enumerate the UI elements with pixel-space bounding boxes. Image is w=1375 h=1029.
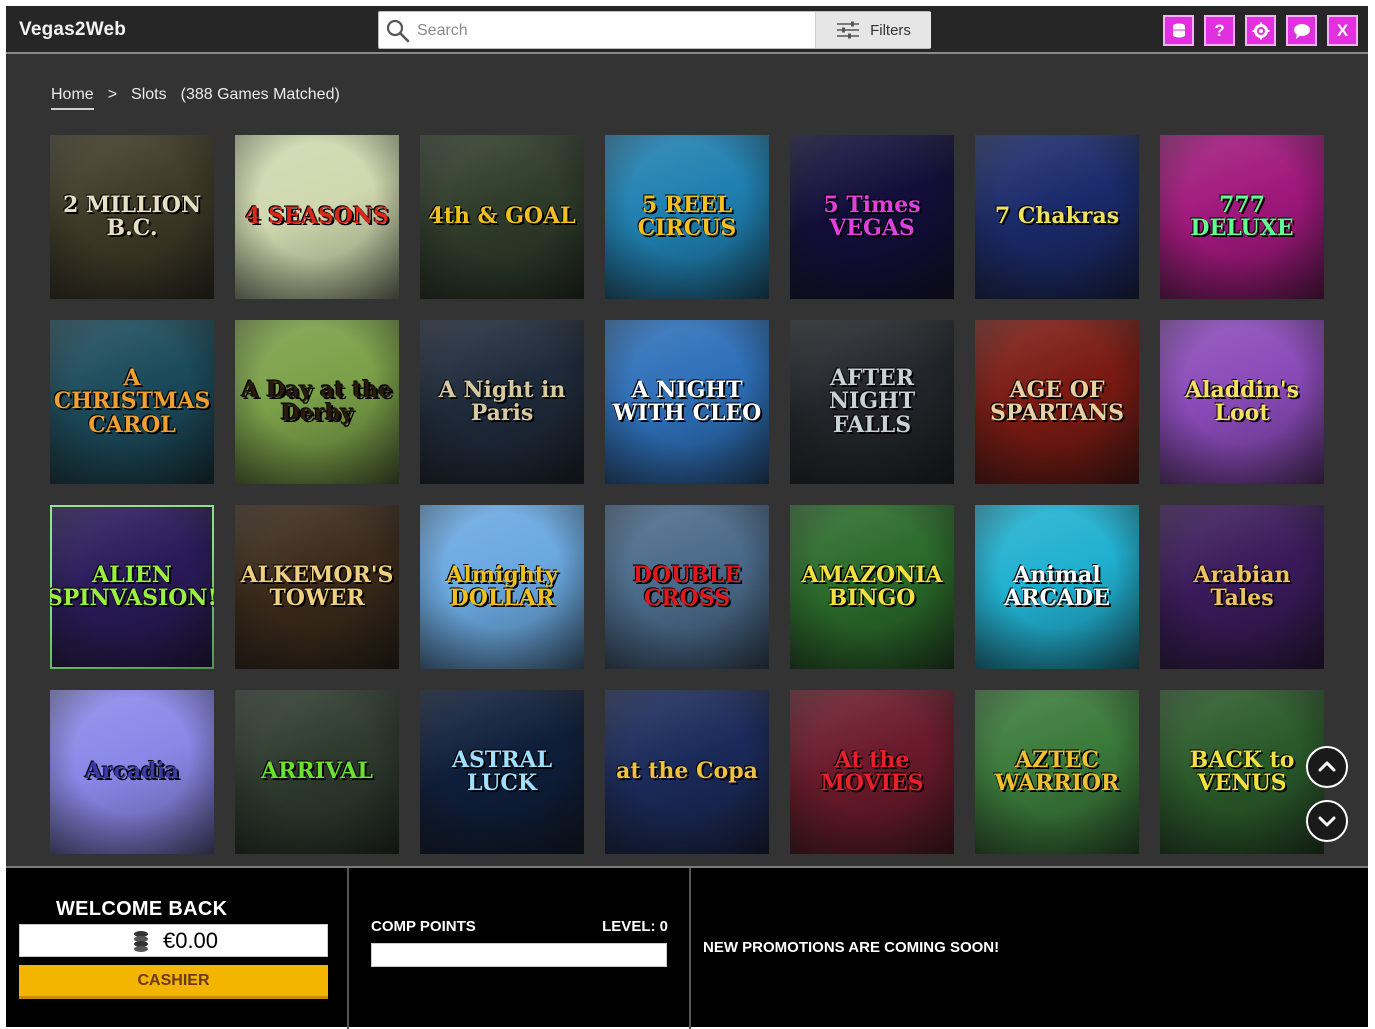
- game-title: 5 Times VEGAS: [823, 191, 921, 241]
- chevron-down-icon: [1318, 816, 1336, 827]
- search-box: Filters: [378, 11, 931, 49]
- game-title: ASTRAL LUCK: [451, 746, 553, 796]
- game-tile[interactable]: Arabian Tales: [1160, 505, 1324, 669]
- game-tile[interactable]: 5 Times VEGAS: [790, 135, 954, 299]
- comp-points-panel: COMP POINTS LEVEL: 0: [347, 868, 688, 1029]
- breadcrumb-separator: >: [107, 86, 118, 103]
- scroll-down-button[interactable]: [1306, 800, 1348, 842]
- comp-points-label: COMP POINTS: [371, 918, 476, 935]
- game-title: A Night in Paris: [438, 376, 566, 426]
- game-title: Arcadia: [84, 758, 180, 785]
- game-title: 777 DELUXE: [1190, 191, 1294, 241]
- game-title: 7 Chakras: [994, 203, 1120, 230]
- game-tile[interactable]: AGE OF SPARTANS: [975, 320, 1139, 484]
- game-title: ALKEMOR'S TOWER: [240, 561, 394, 611]
- game-title: ALIEN SPINVASION!: [50, 561, 214, 611]
- game-tile[interactable]: A Night in Paris: [420, 320, 584, 484]
- game-title: AGE OF SPARTANS: [989, 376, 1125, 426]
- game-title: Arabian Tales: [1193, 561, 1291, 611]
- chat-icon: [1293, 23, 1310, 39]
- top-bar: Vegas2Web Filters: [6, 6, 1368, 54]
- welcome-text: WELCOME BACK: [56, 898, 228, 920]
- game-title: At the MOVIES: [820, 746, 924, 796]
- search-input[interactable]: [417, 17, 807, 44]
- game-tile[interactable]: Aladdin's Loot: [1160, 320, 1324, 484]
- game-tile[interactable]: AZTEC WARRIOR: [975, 690, 1139, 854]
- bottom-bar: WELCOME BACK €0.00 CASHIER COMP POINTS L…: [6, 866, 1368, 1029]
- game-title: at the Copa: [616, 758, 758, 785]
- cashier-icon: [1172, 23, 1185, 37]
- breadcrumb-current: Slots: [131, 86, 167, 103]
- game-tile[interactable]: 4th & GOAL: [420, 135, 584, 299]
- chevron-up-icon: [1318, 761, 1336, 772]
- game-tile[interactable]: 2 MILLION B.C.: [50, 135, 214, 299]
- game-tile[interactable]: At the MOVIES: [790, 690, 954, 854]
- game-title: A NIGHT WITH CLEO: [612, 376, 762, 426]
- promotions-panel: NEW PROMOTIONS ARE COMING SOON!: [689, 868, 1368, 1029]
- game-tile[interactable]: ASTRAL LUCK: [420, 690, 584, 854]
- coins-icon: [133, 930, 148, 952]
- balance-amount: €0.00: [162, 927, 219, 953]
- help-button[interactable]: ?: [1204, 15, 1235, 46]
- game-grid: 2 MILLION B.C. 4 SEASONS 4th & GOAL 5 REEL …: [50, 135, 1324, 854]
- settings-icon: [1252, 22, 1269, 39]
- account-panel: WELCOME BACK €0.00 CASHIER: [6, 868, 346, 1029]
- game-tile[interactable]: AFTER NIGHT FALLS: [790, 320, 954, 484]
- game-tile[interactable]: ARRIVAL: [235, 690, 399, 854]
- filters-label: Filters: [870, 21, 911, 39]
- breadcrumb-home[interactable]: Home: [51, 86, 94, 110]
- game-tile[interactable]: ALKEMOR'S TOWER: [235, 505, 399, 669]
- game-tile[interactable]: 5 REEL CIRCUS: [605, 135, 769, 299]
- games-matched-count: (388 Games Matched): [180, 86, 340, 103]
- game-tile[interactable]: 4 SEASONS: [235, 135, 399, 299]
- game-tile[interactable]: Arcadia: [50, 690, 214, 854]
- game-tile[interactable]: A NIGHT WITH CLEO: [605, 320, 769, 484]
- search-icon[interactable]: [385, 18, 411, 44]
- game-tile[interactable]: Animal ARCADE: [975, 505, 1139, 669]
- breadcrumb: Home > Slots (388 Games Matched): [51, 86, 340, 110]
- game-title: Aladdin's Loot: [1185, 376, 1299, 426]
- header-buttons: ? X: [1163, 15, 1358, 46]
- game-title: DOUBLE CROSS: [632, 561, 742, 611]
- cashier-header-button[interactable]: [1163, 15, 1194, 46]
- game-tile[interactable]: AMAZONIA BINGO: [790, 505, 954, 669]
- game-title: 4th & GOAL: [428, 203, 576, 230]
- promotions-text: NEW PROMOTIONS ARE COMING SOON!: [703, 939, 1000, 956]
- scroll-up-button[interactable]: [1306, 746, 1348, 788]
- game-tile[interactable]: ALIEN SPINVASION!: [50, 505, 214, 669]
- game-tile[interactable]: A Day at the Derby: [235, 320, 399, 484]
- game-tile[interactable]: Almighty DOLLAR: [420, 505, 584, 669]
- game-title: Almighty DOLLAR: [446, 561, 558, 611]
- app-title: Vegas2Web: [19, 19, 127, 40]
- game-title: A CHRISTMAS CAROL: [53, 365, 211, 438]
- close-icon: X: [1336, 20, 1349, 40]
- game-tile[interactable]: 777 DELUXE: [1160, 135, 1324, 299]
- close-button[interactable]: X: [1327, 15, 1358, 46]
- game-tile[interactable]: BACK to VENUS: [1160, 690, 1324, 854]
- help-icon: ?: [1214, 20, 1225, 40]
- game-title: 5 REEL CIRCUS: [637, 191, 737, 241]
- chat-button[interactable]: [1286, 15, 1317, 46]
- game-tile[interactable]: DOUBLE CROSS: [605, 505, 769, 669]
- settings-button[interactable]: [1245, 15, 1276, 46]
- game-title: ARRIVAL: [261, 758, 373, 785]
- balance-display: €0.00: [19, 924, 328, 957]
- filters-button[interactable]: Filters: [815, 12, 931, 48]
- game-title: Animal ARCADE: [1004, 561, 1110, 611]
- game-title: 4 SEASONS: [245, 203, 389, 230]
- filters-icon: [837, 21, 860, 39]
- app-frame: Vegas2Web Filters: [6, 6, 1368, 1029]
- game-title: AZTEC WARRIOR: [994, 746, 1120, 796]
- game-title: BACK to VENUS: [1189, 746, 1295, 796]
- game-tile[interactable]: A CHRISTMAS CAROL: [50, 320, 214, 484]
- game-title: AMAZONIA BINGO: [801, 561, 943, 611]
- game-tile[interactable]: at the Copa: [605, 690, 769, 854]
- comp-points-progress: [371, 943, 667, 967]
- level-label: LEVEL: 0: [602, 918, 668, 935]
- game-title: A Day at the Derby: [241, 376, 393, 426]
- game-title: AFTER NIGHT FALLS: [828, 365, 916, 438]
- game-title: 2 MILLION B.C.: [62, 191, 202, 241]
- game-tile[interactable]: 7 Chakras: [975, 135, 1139, 299]
- cashier-button[interactable]: CASHIER: [19, 965, 328, 999]
